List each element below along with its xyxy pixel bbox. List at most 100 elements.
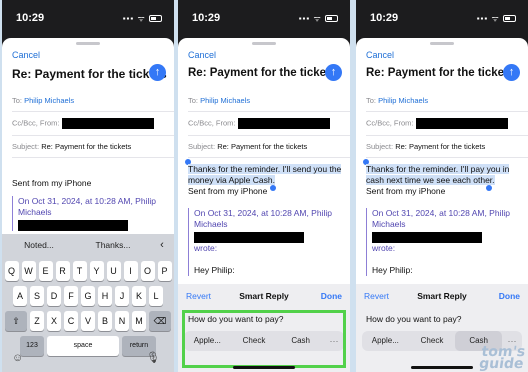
smart-reply-header: Revert Smart Reply Done (356, 284, 528, 306)
key[interactable]: J (115, 286, 129, 306)
key[interactable]: Q (4, 261, 19, 281)
cancel-button[interactable]: Cancel (12, 50, 40, 60)
compose-sheet: Cancel Re: Payment for the tickets ↑ To:… (356, 38, 528, 372)
key[interactable]: Y (89, 261, 104, 281)
predictive-bar: Noted... Thanks... ‹ (2, 234, 174, 256)
signal-wifi-icon: ▪▪▪ ᯤ (123, 13, 162, 24)
selection-handle[interactable] (486, 185, 492, 191)
send-icon[interactable]: ↑ (503, 64, 520, 81)
compose-sheet: Cancel Re: Payment for the tickets ↑ To:… (178, 38, 350, 372)
key-row-3: ⇧ Z X C V B N M ⌫ (2, 311, 174, 331)
key[interactable]: G (81, 286, 95, 306)
key-row-1: Q W E R T Y U I O P (2, 261, 174, 281)
generated-reply[interactable]: Thanks for the reminder. I'll pay you in… (366, 164, 510, 185)
ccbcc-field[interactable]: Cc/Bcc, From: (188, 118, 350, 136)
selection-handle[interactable] (270, 185, 276, 191)
quoted-message: On Oct 31, 2024, at 10:28 AM, Philip Mic… (188, 208, 342, 276)
redacted-block (61, 118, 154, 129)
key[interactable]: A (13, 286, 27, 306)
send-icon[interactable]: ↑ (149, 64, 166, 81)
redacted-block (18, 220, 128, 231)
cancel-button[interactable]: Cancel (188, 50, 216, 60)
ccbcc-field[interactable]: Cc/Bcc, From: (12, 118, 174, 136)
smart-reply-panel: Revert Smart Reply Done How do you want … (178, 284, 350, 372)
signal-wifi-icon: ▪▪▪ ᯤ (299, 13, 338, 24)
key[interactable]: P (157, 261, 172, 281)
key[interactable]: Z (30, 311, 44, 331)
sheet-grabber[interactable] (252, 42, 276, 45)
to-recipient[interactable]: Philip Michaels (200, 96, 250, 105)
phone-screen-smart-reply-cash: 10:29 ▪▪▪ ᯤ Cancel Re: Payment for the t… (356, 0, 528, 372)
quoted-message: On Oct 31, 2024, at 10:28 AM, Philip Mic… (366, 208, 520, 276)
done-button[interactable]: Done (499, 291, 520, 301)
option-apple-cash[interactable]: Apple... (362, 331, 409, 351)
key[interactable]: U (106, 261, 121, 281)
cancel-button[interactable]: Cancel (366, 50, 394, 60)
key-row-2: A S D F G H J K L (2, 286, 174, 306)
redacted-block (237, 118, 330, 129)
status-bar: 10:29 ▪▪▪ ᯤ (2, 0, 174, 36)
message-body[interactable]: Thanks for the reminder. I'll pay you in… (366, 164, 520, 197)
key[interactable]: S (30, 286, 44, 306)
key[interactable]: R (55, 261, 70, 281)
battery-icon (503, 15, 516, 23)
to-recipient[interactable]: Philip Michaels (24, 96, 74, 105)
message-body[interactable]: Sent from my iPhone (12, 178, 166, 189)
key[interactable]: D (47, 286, 61, 306)
home-indicator (411, 366, 473, 369)
phone-screen-compose: 10:29 ▪▪▪ ᯤ Cancel Re: Payment for the t… (2, 0, 174, 372)
compose-title: Re: Payment for the tickets (188, 67, 337, 79)
subject-field[interactable]: Subject: Re: Payment for the tickets (188, 142, 350, 158)
suggestion-item[interactable]: Thanks... (76, 240, 150, 250)
key[interactable]: T (72, 261, 87, 281)
key[interactable]: E (38, 261, 53, 281)
compose-sheet: Cancel Re: Payment for the tickets ↑ To:… (2, 38, 174, 372)
key[interactable]: X (47, 311, 61, 331)
redacted-block (415, 118, 508, 129)
key[interactable]: C (64, 311, 78, 331)
key[interactable]: W (21, 261, 36, 281)
key[interactable]: K (132, 286, 146, 306)
shift-key-icon[interactable]: ⇧ (5, 311, 27, 331)
signal-wifi-icon: ▪▪▪ ᯤ (477, 13, 516, 24)
send-icon[interactable]: ↑ (325, 64, 342, 81)
key[interactable]: N (115, 311, 129, 331)
status-time: 10:29 (16, 12, 45, 24)
watermark-logo: tom's guide (477, 344, 526, 372)
suggestion-item[interactable]: Noted... (2, 240, 76, 250)
message-body[interactable]: Thanks for the reminder. I'll send you t… (188, 164, 342, 197)
key[interactable]: I (123, 261, 138, 281)
sheet-grabber[interactable] (430, 42, 454, 45)
keyboard: Noted... Thanks... ‹ Q W E R T Y U I O P… (2, 234, 174, 372)
key[interactable]: F (64, 286, 78, 306)
key[interactable]: M (132, 311, 146, 331)
subject-field[interactable]: Subject: Re: Payment for the tickets (366, 142, 528, 158)
option-check[interactable]: Check (409, 331, 456, 351)
key[interactable]: B (98, 311, 112, 331)
key[interactable]: H (98, 286, 112, 306)
to-recipient[interactable]: Philip Michaels (378, 96, 428, 105)
status-time: 10:29 (192, 12, 221, 24)
backspace-key-icon[interactable]: ⌫ (149, 311, 171, 331)
sheet-grabber[interactable] (76, 42, 100, 45)
to-field[interactable]: To: Philip Michaels (12, 96, 174, 112)
keyboard-bottom-bar: ☺ 🎙 (2, 348, 174, 372)
battery-icon (149, 15, 162, 23)
ccbcc-field[interactable]: Cc/Bcc, From: (366, 118, 528, 136)
key[interactable]: V (81, 311, 95, 331)
highlight-box (182, 310, 346, 368)
emoji-icon[interactable]: ☺ (12, 352, 23, 364)
generated-reply[interactable]: Thanks for the reminder. I'll send you t… (188, 164, 342, 185)
microphone-icon[interactable]: 🎙 (146, 351, 160, 364)
chevron-left-icon[interactable]: ‹ (150, 239, 174, 251)
key[interactable]: L (149, 286, 163, 306)
redacted-block (372, 232, 482, 243)
to-field[interactable]: To: Philip Michaels (366, 96, 528, 112)
to-field[interactable]: To: Philip Michaels (188, 96, 350, 112)
compose-title: Re: Payment for the tickets (12, 67, 167, 81)
done-button[interactable]: Done (321, 291, 342, 301)
smart-reply-header: Revert Smart Reply Done (178, 284, 350, 306)
key[interactable]: O (140, 261, 155, 281)
home-indicator (233, 366, 295, 369)
subject-field[interactable]: Subject: Re: Payment for the tickets (12, 142, 174, 158)
